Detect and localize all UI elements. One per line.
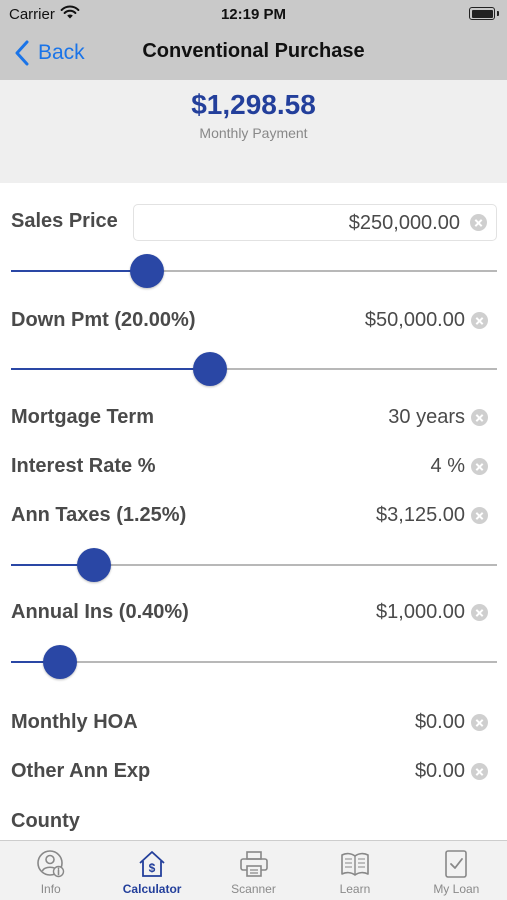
clear-ann-taxes-icon[interactable] bbox=[471, 507, 488, 524]
ann-taxes-label: Ann Taxes (1.25%) bbox=[11, 504, 187, 526]
annual-ins-value[interactable]: $1,000.00 bbox=[376, 601, 465, 624]
monthly-payment-amount: $1,298.58 bbox=[191, 89, 316, 120]
calculator-house-icon: $ bbox=[139, 851, 165, 877]
navigation-bar: Carrier 12:19 PM Back Conventional Purch… bbox=[0, 0, 507, 80]
tab-label: My Loan bbox=[433, 882, 480, 896]
annual-ins-slider[interactable] bbox=[11, 644, 497, 680]
tab-label: Scanner bbox=[231, 882, 276, 896]
clear-sales-price-icon[interactable] bbox=[470, 214, 487, 231]
info-person-icon bbox=[36, 850, 64, 878]
status-bar: Carrier 12:19 PM bbox=[0, 0, 507, 30]
ann-taxes-value[interactable]: $3,125.00 bbox=[376, 504, 465, 527]
county-label[interactable]: County bbox=[11, 810, 80, 833]
tab-my-loan[interactable]: My Loan bbox=[406, 841, 507, 900]
monthly-hoa-label: Monthly HOA bbox=[11, 711, 138, 733]
sales-price-label: Sales Price bbox=[11, 210, 118, 232]
status-time: 12:19 PM bbox=[220, 6, 287, 23]
mortgage-term-label: Mortgage Term bbox=[11, 406, 154, 428]
clear-down-payment-icon[interactable] bbox=[471, 312, 488, 329]
slider-thumb[interactable] bbox=[193, 352, 228, 386]
annual-ins-label: Annual Ins (0.40%) bbox=[11, 601, 189, 623]
slider-thumb[interactable] bbox=[76, 548, 111, 582]
ann-taxes-slider[interactable] bbox=[11, 547, 497, 583]
other-ann-exp-label: Other Ann Exp bbox=[11, 760, 151, 782]
printer-icon bbox=[239, 851, 268, 877]
monthly-payment-label: Monthly Payment bbox=[199, 125, 308, 141]
interest-rate-label: Interest Rate % bbox=[11, 455, 156, 477]
tab-scanner[interactable]: Scanner bbox=[203, 841, 304, 900]
slider-thumb[interactable] bbox=[42, 645, 77, 679]
document-check-icon bbox=[445, 850, 468, 878]
tab-calculator[interactable]: $ Calculator bbox=[101, 841, 202, 900]
book-icon bbox=[341, 852, 369, 876]
payment-summary: $1,298.58 Monthly Payment bbox=[0, 80, 507, 183]
down-payment-slider[interactable] bbox=[11, 351, 497, 387]
tab-label: Info bbox=[40, 882, 61, 896]
tab-info[interactable]: Info bbox=[0, 841, 101, 900]
slider-thumb[interactable] bbox=[130, 254, 165, 288]
monthly-hoa-value[interactable]: $0.00 bbox=[415, 711, 465, 734]
sales-price-slider[interactable] bbox=[11, 253, 497, 289]
clear-other-ann-exp-icon[interactable] bbox=[471, 763, 488, 780]
clear-interest-rate-icon[interactable] bbox=[471, 458, 488, 475]
tab-learn[interactable]: Learn bbox=[304, 841, 405, 900]
svg-text:$: $ bbox=[149, 861, 156, 875]
clear-mortgage-term-icon[interactable] bbox=[471, 409, 488, 426]
battery-icon bbox=[469, 7, 499, 20]
clear-annual-ins-icon[interactable] bbox=[471, 604, 488, 621]
sales-price-input[interactable] bbox=[144, 211, 460, 235]
down-payment-value[interactable]: $50,000.00 bbox=[365, 309, 465, 332]
tab-bar: Info $ Calculator Scanner Learn My Loan bbox=[0, 840, 507, 900]
down-payment-label: Down Pmt (20.00%) bbox=[11, 309, 196, 331]
other-ann-exp-value[interactable]: $0.00 bbox=[415, 760, 465, 783]
tab-label: Calculator bbox=[122, 882, 182, 896]
clear-monthly-hoa-icon[interactable] bbox=[471, 714, 488, 731]
mortgage-term-value[interactable]: 30 years bbox=[388, 406, 465, 429]
page-title: Conventional Purchase bbox=[142, 40, 365, 62]
sales-price-field[interactable] bbox=[133, 204, 497, 241]
interest-rate-value[interactable]: 4 % bbox=[431, 455, 465, 478]
tab-label: Learn bbox=[339, 882, 371, 896]
